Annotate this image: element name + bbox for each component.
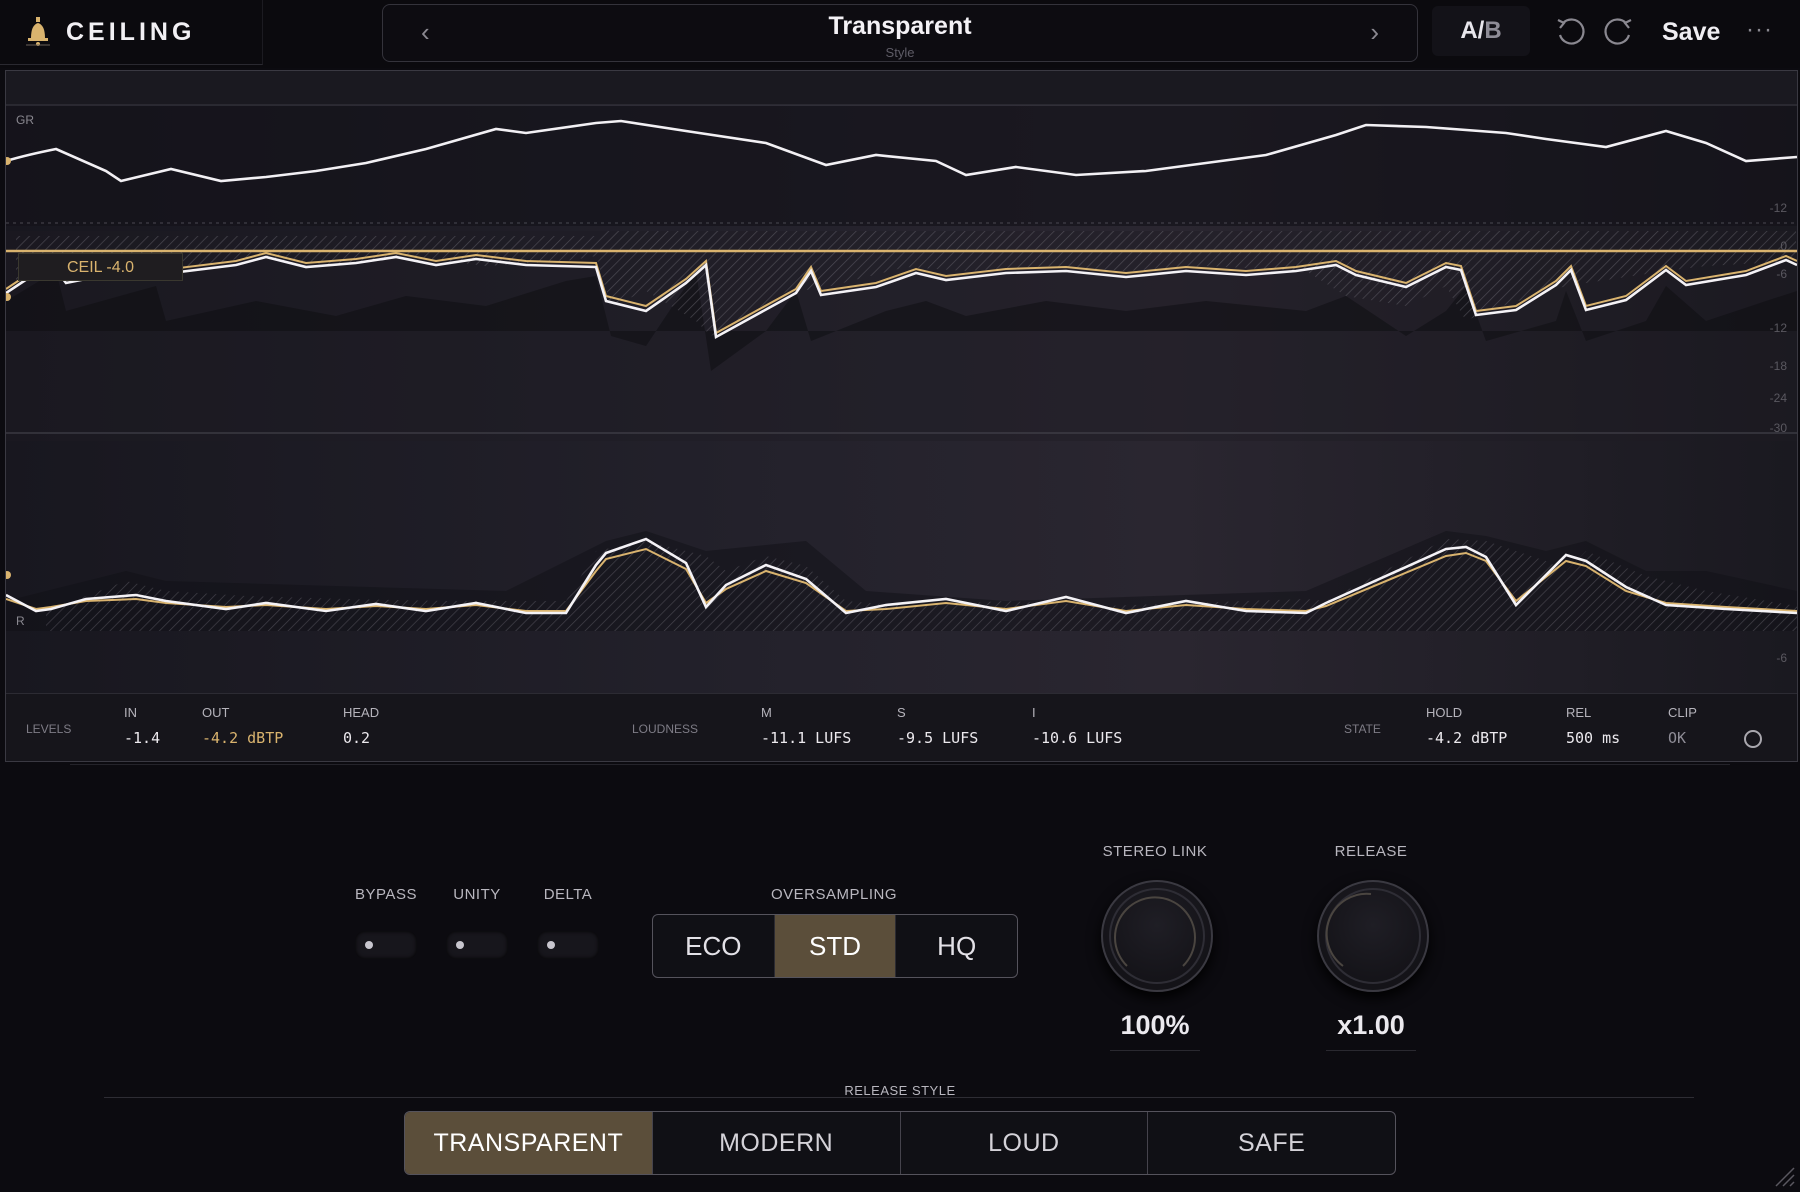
momentary-value: -11.1 LUFS [761, 729, 852, 747]
stereo-link-value[interactable]: 100% [1085, 1010, 1225, 1041]
next-preset-button[interactable]: › [1370, 17, 1379, 48]
resize-handle-icon[interactable] [1772, 1164, 1796, 1188]
release-style-selector[interactable]: TRANSPARENT MODERN LOUD SAFE [404, 1111, 1396, 1175]
preset-sublabel: Style [885, 45, 915, 60]
scale-label: -6 [1776, 267, 1787, 281]
release-time-label: REL [1566, 705, 1592, 720]
unity-toggle[interactable] [446, 931, 508, 959]
stereo-link-underline [1110, 1050, 1200, 1051]
redo-icon[interactable] [1603, 16, 1635, 48]
undo-icon[interactable] [1554, 16, 1586, 48]
preset-name[interactable]: Transparent [383, 12, 1417, 41]
app-title: CEILING [66, 18, 196, 46]
scale-label: -6 [1776, 651, 1787, 665]
short-term-label: S [897, 705, 906, 720]
out-value: -4.2 dBTP [202, 729, 284, 747]
hold-label: HOLD [1426, 705, 1463, 720]
stereo-link-label: STEREO LINK [1102, 843, 1208, 860]
bypass-label: BYPASS [355, 886, 417, 903]
waveform-display[interactable]: GR R CEIL -4.0 -12 0 -6 -12 -18 -24 -30 … [5, 70, 1798, 762]
release-arc [1325, 892, 1372, 967]
bottom-channel-marker [6, 571, 11, 579]
release-style-divider [104, 1097, 1694, 1098]
release-value[interactable]: x1.00 [1301, 1010, 1441, 1041]
bypass-toggle[interactable] [355, 931, 417, 959]
preset-selector[interactable]: ‹ Transparent Style › [382, 4, 1418, 62]
display-header-strip [6, 71, 1797, 105]
momentary-label: M [761, 705, 772, 720]
hold-value: -4.2 dBTP [1426, 729, 1508, 747]
ab-b-label: B [1484, 17, 1502, 44]
stereo-link-knob[interactable] [1101, 880, 1213, 992]
in-label: IN [124, 705, 137, 720]
head-value: 0.2 [343, 729, 371, 747]
more-options-icon[interactable]: ··· [1746, 16, 1773, 44]
meter-footer: LEVELS IN -1.4 OUT -4.2 dBTP HEAD 0.2 LO… [6, 693, 1797, 761]
release-label: RELEASE [1334, 843, 1408, 860]
delta-label: DELTA [543, 886, 593, 903]
clip-label: CLIP [1668, 705, 1697, 720]
scale-label: -12 [1769, 321, 1787, 335]
oversampling-hq-button[interactable]: HQ [896, 915, 1017, 977]
scale-label: -12 [1769, 201, 1787, 215]
head-label: HEAD [343, 705, 380, 720]
gr-lane-label: GR [16, 113, 34, 127]
out-label: OUT [202, 705, 230, 720]
bell-logo-icon [26, 17, 50, 46]
clip-value: OK [1668, 729, 1687, 747]
save-button[interactable]: Save [1662, 18, 1720, 47]
release-underline [1326, 1050, 1416, 1051]
loudness-section-label: LOUDNESS [632, 722, 699, 736]
ab-a-label: A/ [1460, 17, 1485, 44]
release-knob[interactable] [1317, 880, 1429, 992]
oversampling-selector[interactable]: ECO STD HQ [652, 914, 1018, 978]
waveform-graph [6, 71, 1797, 631]
integrated-value: -10.6 LUFS [1032, 729, 1123, 747]
release-style-label: RELEASE STYLE [844, 1083, 956, 1098]
integrated-label: I [1032, 705, 1036, 720]
oversampling-eco-button[interactable]: ECO [653, 915, 775, 977]
unity-label: UNITY [453, 886, 501, 903]
short-term-value: -9.5 LUFS [897, 729, 979, 747]
state-section-label: STATE [1344, 722, 1381, 736]
oversampling-label: OVERSAMPLING [770, 886, 898, 903]
in-value: -1.4 [124, 729, 161, 747]
release-style-modern-button[interactable]: MODERN [653, 1112, 901, 1174]
oversampling-std-button[interactable]: STD [774, 915, 897, 977]
scale-label: -18 [1769, 359, 1787, 373]
ceiling-tag[interactable]: CEIL -4.0 [18, 253, 183, 281]
scale-label: -30 [1769, 421, 1787, 435]
release-style-safe-button[interactable]: SAFE [1148, 1112, 1395, 1174]
release-style-loud-button[interactable]: LOUD [901, 1112, 1149, 1174]
stereo-link-arc [1114, 896, 1196, 967]
scale-label: -24 [1769, 391, 1787, 405]
top-bar: CEILING ‹ Transparent Style › A/B Save ·… [0, 0, 1800, 68]
brand: CEILING [0, 0, 263, 65]
release-time-value: 500 ms [1566, 729, 1621, 747]
gr-lane [6, 106, 1797, 226]
scale-label: 0 [1780, 239, 1787, 253]
section-divider [70, 764, 1730, 765]
right-channel-label: R [16, 614, 25, 628]
clip-reset-icon[interactable] [1744, 730, 1762, 748]
delta-toggle[interactable] [537, 931, 599, 959]
ab-compare-button[interactable]: A/B [1432, 6, 1530, 56]
levels-section-label: LEVELS [26, 722, 72, 736]
release-style-transparent-button[interactable]: TRANSPARENT [405, 1112, 653, 1174]
